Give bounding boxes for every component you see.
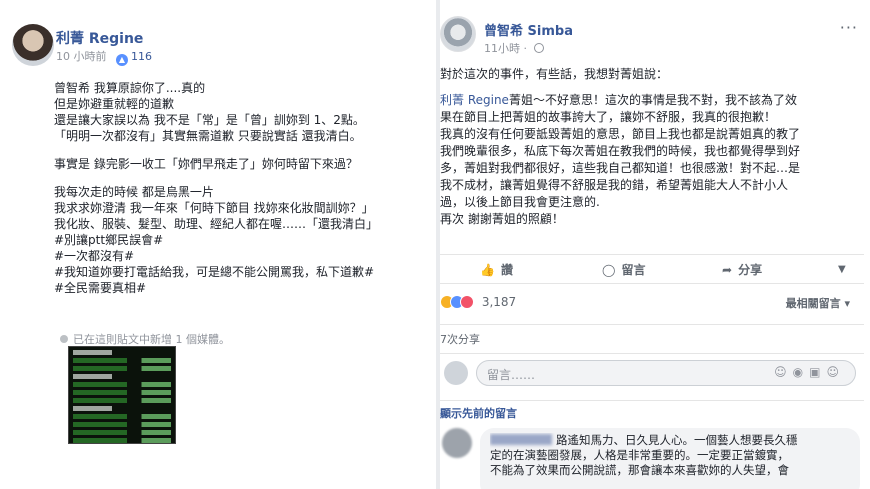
show-previous-comments-link[interactable]: 顯示先前的留言	[440, 400, 864, 421]
comment-composer: 留言…… ☺◉▣☺	[440, 353, 864, 393]
sticker-icon[interactable]: ☺	[826, 365, 845, 379]
media-note-text: 已在這則貼文中新增 1 個媒體。	[73, 333, 230, 346]
body-line: 「明明一次都沒有」其實無需道歉 只要說實話 還我清白。	[54, 129, 362, 143]
speech-bubble-icon: ◯	[602, 263, 616, 277]
body-line: 多，菁姐對我們都很好，這些我自己都知道！也很感激！對不起…是	[440, 161, 801, 175]
comment-item: 路遙知馬力、日久見人心。一個藝人想要長久穩 定的在演藝圈發展，人格是非常重要的。…	[440, 428, 864, 489]
hashtag[interactable]: #別讓ptt鄉民誤會#	[54, 232, 434, 248]
camera-icon[interactable]: ◉	[793, 365, 809, 379]
share-button[interactable]: ➦ 分享	[722, 261, 762, 278]
hashtag[interactable]: #全民需要真相#	[54, 280, 434, 296]
gif-icon[interactable]: ▣	[809, 365, 826, 379]
emoji-icon[interactable]: ☺	[774, 365, 793, 379]
body-line: 我們晚輩很多，私底下每次菁姐在教我們的時候，我也都覺得學到好	[440, 144, 801, 158]
more-options-button[interactable]: ···	[840, 18, 858, 37]
share-count[interactable]: 7次分享	[440, 324, 864, 348]
comment-line: 定的在演藝圈發展，人格是非常重要的。一定要正當鍍實，	[490, 448, 789, 462]
body-line: 曾智希 我算原諒你了....真的	[54, 81, 206, 95]
author-name[interactable]: 曾智希 Simba	[484, 20, 573, 39]
body-intro: 對於這次的事件，有些話，我想對菁姐說：	[440, 67, 669, 81]
body-line: 但是妳避重就輕的道歉	[54, 97, 175, 111]
post-body: 曾智希 我算原諒你了....真的 但是妳避重就輕的道歉 還是讓大家誤以為 我不是…	[54, 80, 434, 296]
share-arrow-icon: ➦	[722, 263, 733, 277]
thumbs-up-icon: 👍	[480, 263, 495, 277]
avatar[interactable]	[442, 428, 472, 458]
media-thumbnail[interactable]	[68, 346, 176, 444]
body-line: 我化妝、服裝、髮型、助理、經紀人都在喔……「還我清白」	[54, 217, 379, 231]
separator: ·	[523, 42, 528, 55]
comment-button[interactable]: ◯ 留言	[602, 261, 645, 278]
body-line: 事實是 錄完影一收工「妳們早飛走了」妳何時留下來過？	[54, 157, 358, 171]
comment-sort-dropdown[interactable]: 最相關留言 ▾	[786, 295, 850, 311]
body-line: 果在節目上把菁姐的故事誇大了，讓妳不舒服，我真的很抱歉！	[440, 110, 777, 124]
body-line: 我每次走的時候 都是烏黑一片	[54, 185, 214, 199]
comment-text: 路遙知馬力、日久見人心。一個藝人想要長久穩	[556, 433, 798, 447]
comment-placeholder: 留言……	[487, 368, 536, 382]
like-label: 讚	[500, 263, 513, 277]
commenter-name[interactable]	[490, 434, 552, 445]
comment-line: 路遙知馬力、日久見人心。一個藝人想要長久穩	[490, 433, 850, 448]
mention-link[interactable]: 利菁 Regine	[440, 93, 509, 107]
comment-label: 留言	[621, 263, 646, 277]
right-post: 曾智希 Simba 11小時 · ··· 對於這次的事件，有些話，我想對菁姐說：…	[440, 0, 870, 489]
body-line: 我真的沒有任何要詆毀菁姐的意思，節目上我也都是說菁姐真的教了	[440, 127, 801, 141]
body-closing: 再次 謝謝菁姐的照顧！	[440, 212, 564, 226]
hashtag[interactable]: #我知道妳要打電話給我，可是總不能公開罵我，私下道歉#	[54, 264, 434, 280]
post-time[interactable]: 10 小時前	[56, 50, 107, 63]
body-line: 我不成材，讓菁姐覺得不舒服是我的錯，希望菁姐能大人不計小人	[440, 178, 789, 192]
body-line: 還是讓大家誤以為 我不是「常」是「曾」訓妳到 1、2點。	[54, 113, 365, 127]
post-actions-bar: 👍 讚 ◯ 留言 ➦ 分享 ▼	[440, 254, 864, 284]
post-meta: 10 小時前 ▲ 116	[56, 48, 152, 66]
globe-icon	[533, 43, 544, 53]
sort-label: 最相關留言	[785, 297, 841, 310]
post-body: 對於這次的事件，有些話，我想對菁姐說： 利菁 Regine菁姐～不好意思！這次的…	[440, 66, 864, 228]
body-line: 利菁 Regine菁姐～不好意思！這次的事情是我不對，我不該為了效	[440, 92, 864, 109]
like-icon: ▲	[116, 54, 128, 66]
left-post-header: 利菁 Regine 10 小時前 ▲ 116	[12, 24, 432, 70]
chevron-down-icon[interactable]: ▼	[838, 264, 846, 275]
media-note: 已在這則貼文中新增 1 個媒體。	[60, 331, 230, 347]
comment-input[interactable]: 留言…… ☺◉▣☺	[476, 360, 856, 386]
body-line: 過，以後上節目我會更注意的.	[440, 195, 600, 209]
love-reaction-icon	[460, 295, 474, 309]
avatar[interactable]	[440, 16, 476, 52]
author-name[interactable]: 利菁 Regine	[56, 28, 143, 48]
left-post: 利菁 Regine 10 小時前 ▲ 116 曾智希 我算原諒你了....真的 但…	[0, 0, 436, 489]
post-time[interactable]: 11小時	[484, 42, 520, 55]
comment-line: 不能為了效果而公開說謊，那會讓本來喜歡妳的人失望，會	[490, 463, 789, 477]
composer-icons: ☺◉▣☺	[774, 365, 845, 379]
avatar[interactable]	[12, 24, 54, 66]
body-line: 我求求妳澄清 我一年來「何時下節目 找妳來化妝間訓妳？」	[54, 201, 374, 215]
post-meta: 11小時 ·	[484, 40, 544, 56]
comment-bubble: 路遙知馬力、日久見人心。一個藝人想要長久穩 定的在演藝圈發展，人格是非常重要的。…	[480, 428, 860, 489]
media-dot-icon	[60, 335, 68, 343]
share-label: 分享	[738, 263, 763, 277]
chevron-down-icon: ▾	[844, 297, 850, 310]
body-text: 菁姐～不好意思！這次的事情是我不對，我不該為了效	[508, 93, 797, 107]
reactions-summary[interactable]: 3,187 最相關留言 ▾	[440, 295, 864, 311]
hashtag[interactable]: #一次都沒有#	[54, 248, 434, 264]
like-count[interactable]: 116	[131, 50, 152, 63]
like-button[interactable]: 👍 讚	[480, 261, 513, 278]
reaction-count[interactable]: 3,187	[482, 295, 516, 309]
avatar	[444, 361, 468, 385]
